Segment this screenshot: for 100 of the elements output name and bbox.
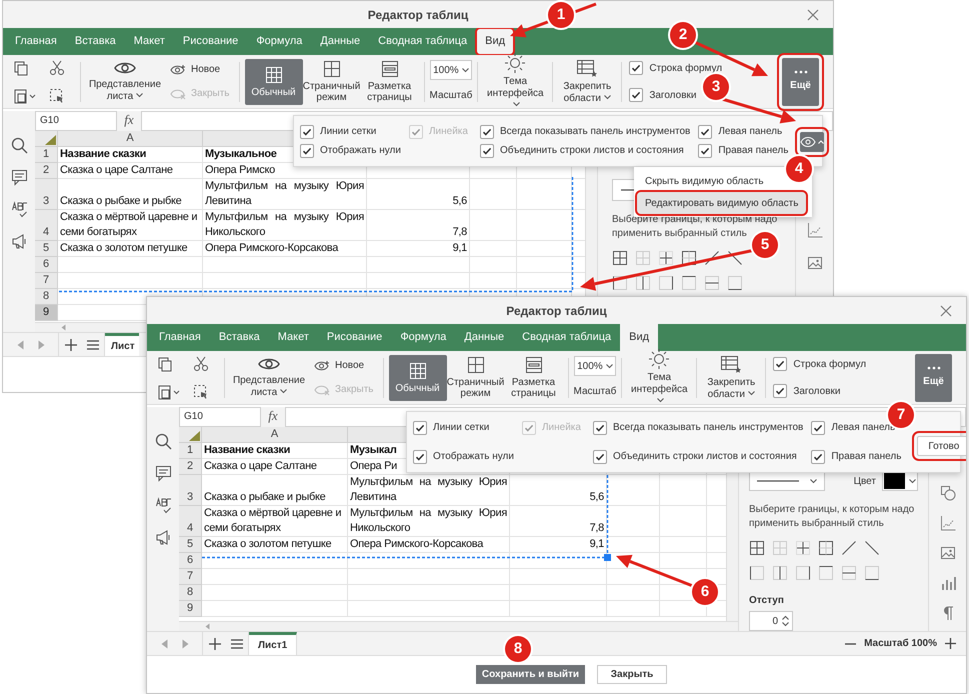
spellcheck-icon[interactable] bbox=[154, 497, 172, 514]
ribbon-tab[interactable]: Данные bbox=[455, 324, 514, 351]
sheet-tab[interactable]: Лист1 bbox=[249, 632, 298, 655]
paragraph-icon[interactable] bbox=[942, 605, 954, 621]
footer-button[interactable]: Закрыть bbox=[597, 665, 668, 684]
checkbox[interactable] bbox=[300, 124, 314, 138]
select-icon[interactable] bbox=[49, 88, 65, 104]
checkbox[interactable] bbox=[811, 420, 826, 434]
border-style-icon[interactable] bbox=[681, 250, 697, 266]
border-style-icon[interactable] bbox=[749, 540, 765, 556]
view-mode-button[interactable]: Обычный bbox=[388, 354, 447, 400]
view-mode-button[interactable]: Разметка страницы bbox=[504, 354, 563, 400]
border-style-icon[interactable] bbox=[841, 540, 857, 556]
indent-field[interactable]: 0 bbox=[749, 611, 793, 631]
ribbon-tab[interactable]: Рисование bbox=[318, 324, 392, 351]
row-header[interactable]: 5 bbox=[35, 241, 58, 257]
plus-icon[interactable] bbox=[208, 638, 220, 650]
select-icon[interactable] bbox=[193, 384, 209, 400]
row-header[interactable]: 1 bbox=[35, 147, 58, 163]
checkbox[interactable] bbox=[773, 357, 788, 371]
megaphone-icon[interactable] bbox=[154, 529, 172, 546]
row-header[interactable]: 1 bbox=[179, 443, 202, 459]
checkbox[interactable] bbox=[480, 124, 494, 138]
border-style-icon[interactable] bbox=[864, 540, 880, 556]
ribbon-tab[interactable]: Вставка bbox=[210, 324, 269, 351]
search-icon[interactable] bbox=[10, 137, 28, 154]
checkbox[interactable] bbox=[811, 450, 826, 464]
zoom-select[interactable]: 100% bbox=[430, 60, 472, 80]
checkbox[interactable] bbox=[698, 144, 712, 158]
visible-area-button[interactable] bbox=[800, 132, 824, 152]
more-button[interactable]: Ещё bbox=[782, 58, 819, 106]
border-style-icon[interactable] bbox=[795, 540, 811, 556]
border-style-icon[interactable] bbox=[612, 250, 628, 266]
sheet-view-button[interactable]: Представление листа bbox=[86, 60, 164, 102]
search-icon[interactable] bbox=[154, 433, 172, 450]
ribbon-tab[interactable]: Главная bbox=[6, 28, 66, 55]
zoom-select[interactable]: 100% bbox=[574, 356, 616, 376]
checkbox[interactable] bbox=[300, 144, 314, 158]
ribbon-tab[interactable]: Вид bbox=[620, 324, 658, 351]
row-header[interactable]: 6 bbox=[179, 553, 202, 569]
image-icon[interactable] bbox=[940, 545, 956, 561]
new-view-button[interactable]: Новое bbox=[170, 62, 230, 77]
checkbox[interactable] bbox=[629, 61, 644, 75]
ribbon-tab[interactable]: Сводная таблица bbox=[369, 28, 476, 55]
row-header[interactable]: 7 bbox=[35, 273, 58, 289]
function-label[interactable]: fx bbox=[117, 111, 141, 131]
zoom-in-icon[interactable] bbox=[945, 638, 956, 649]
color-picker[interactable] bbox=[882, 471, 918, 491]
row-header[interactable]: 3 bbox=[179, 475, 202, 506]
checkbox[interactable] bbox=[480, 144, 494, 158]
ribbon-tab[interactable]: Вид bbox=[476, 28, 514, 55]
row-header[interactable]: 8 bbox=[179, 585, 202, 601]
menu-item[interactable]: Скрыть видимую область bbox=[637, 170, 772, 192]
bar-chart-icon[interactable] bbox=[940, 575, 956, 591]
freeze-panes-button[interactable]: Закрепить области bbox=[558, 58, 616, 104]
freeze-panes-button[interactable]: Закрепить области bbox=[702, 354, 760, 400]
close-icon[interactable] bbox=[807, 9, 819, 21]
ribbon-tab[interactable]: Формула bbox=[391, 324, 456, 351]
ribbon-tab[interactable]: Главная bbox=[150, 324, 210, 351]
row-header[interactable]: 9 bbox=[179, 601, 202, 617]
row-header[interactable]: 6 bbox=[35, 257, 58, 273]
line-chart-icon[interactable] bbox=[806, 222, 822, 238]
checkbox[interactable] bbox=[413, 420, 427, 434]
spellcheck-icon[interactable] bbox=[10, 201, 28, 218]
row-header[interactable]: 9 bbox=[35, 305, 58, 321]
close-icon[interactable] bbox=[940, 305, 952, 317]
ribbon-tab[interactable]: Формула bbox=[247, 28, 312, 55]
shapes-icon[interactable] bbox=[940, 485, 956, 501]
copy-icon[interactable] bbox=[13, 60, 29, 76]
list-icon[interactable] bbox=[230, 638, 242, 648]
plus-icon[interactable] bbox=[64, 338, 76, 350]
comment-icon[interactable] bbox=[154, 465, 172, 482]
view-mode-button[interactable]: Разметка страницы bbox=[360, 58, 419, 104]
row-header[interactable]: 2 bbox=[179, 459, 202, 475]
paste-icon[interactable] bbox=[157, 384, 181, 400]
row-header[interactable]: 4 bbox=[179, 506, 202, 537]
view-mode-button[interactable]: Обычный bbox=[244, 58, 303, 104]
megaphone-icon[interactable] bbox=[10, 233, 28, 250]
row-header[interactable]: 5 bbox=[179, 537, 202, 553]
border-style-icon[interactable] bbox=[704, 250, 720, 266]
name-box[interactable]: G10 bbox=[35, 111, 117, 131]
visible-area-border[interactable] bbox=[202, 475, 614, 563]
scissors-icon[interactable] bbox=[193, 356, 209, 372]
border-style-icon[interactable] bbox=[727, 250, 743, 266]
ribbon-tab[interactable]: Вставка bbox=[66, 28, 125, 55]
copy-icon[interactable] bbox=[157, 356, 173, 372]
checkbox[interactable] bbox=[592, 420, 607, 434]
border-style-icon[interactable] bbox=[658, 250, 674, 266]
checkbox[interactable] bbox=[698, 124, 712, 138]
column-header[interactable]: A bbox=[58, 131, 203, 147]
view-mode-button[interactable]: Страничный режим bbox=[446, 354, 505, 400]
checkbox[interactable] bbox=[629, 88, 644, 102]
list-icon[interactable] bbox=[86, 340, 98, 350]
line-chart-icon[interactable] bbox=[940, 515, 956, 531]
checkbox[interactable] bbox=[592, 450, 607, 464]
checkbox[interactable] bbox=[773, 384, 788, 398]
footer-button[interactable]: Сохранить и выйти bbox=[476, 665, 586, 684]
column-header[interactable]: A bbox=[202, 427, 348, 443]
ribbon-tab[interactable]: Сводная таблица bbox=[513, 324, 620, 351]
border-style-icon[interactable] bbox=[818, 540, 834, 556]
